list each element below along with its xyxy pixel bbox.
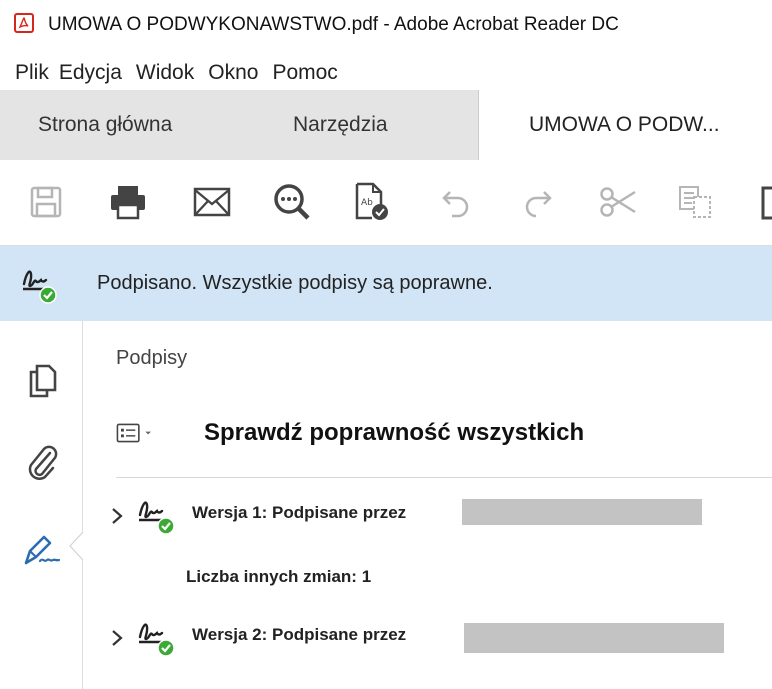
signature-valid-icon — [138, 623, 175, 657]
menu-help[interactable]: Pomoc — [272, 56, 337, 90]
print-icon[interactable] — [104, 178, 152, 226]
pdf-icon — [14, 13, 34, 33]
email-icon[interactable] — [188, 178, 236, 226]
zoom-icon[interactable] — [268, 178, 316, 226]
menu-window[interactable]: Okno — [208, 56, 258, 90]
menu-view[interactable]: Widok — [136, 56, 194, 90]
svg-text:Ab: Ab — [361, 198, 373, 208]
undo-icon[interactable] — [432, 178, 480, 226]
paste-icon[interactable] — [748, 178, 772, 226]
menu-edit[interactable]: Edycja — [59, 56, 122, 90]
signature-status-bar: Podpisano. Wszystkie podpisy są poprawne… — [0, 246, 772, 321]
spellcheck-icon[interactable]: Ab — [348, 178, 396, 226]
toolbar: Ab — [0, 160, 772, 246]
signature-valid-icon — [22, 270, 57, 304]
save-icon[interactable] — [22, 178, 70, 226]
options-menu-button[interactable] — [116, 417, 156, 449]
redacted-signer-name — [464, 623, 724, 653]
title-bar: UMOWA O PODWYKONAWSTWO.pdf - Adobe Acrob… — [0, 0, 772, 46]
tab-tools[interactable]: Narzędzia — [293, 90, 388, 160]
chevron-right-icon[interactable] — [108, 505, 126, 527]
signatures-panel-icon[interactable] — [20, 529, 64, 573]
copy-icon[interactable] — [672, 178, 720, 226]
chevron-right-icon[interactable] — [108, 627, 126, 649]
panel-divider — [116, 477, 772, 478]
signature-valid-icon — [138, 501, 175, 535]
page-thumbnails-icon[interactable] — [20, 359, 64, 403]
options-list-icon — [116, 423, 151, 443]
tab-document[interactable]: UMOWA O PODW... — [478, 90, 772, 160]
validate-all-row: Sprawdź poprawność wszystkich — [116, 413, 772, 453]
signature-version-2[interactable]: Wersja 2: Podpisane przez — [108, 615, 748, 659]
active-panel-indicator — [69, 532, 83, 560]
signature-version-1[interactable]: Wersja 1: Podpisane przez — [108, 493, 748, 537]
panel-title: Podpisy — [116, 347, 188, 369]
signatures-panel: Podpisy Sprawdź poprawność wszystkich We… — [84, 321, 772, 689]
validate-all-button[interactable]: Sprawdź poprawność wszystkich — [204, 419, 584, 447]
window-title: UMOWA O PODWYKONAWSTWO.pdf - Adobe Acrob… — [48, 14, 619, 35]
left-navigation-rail — [0, 321, 83, 689]
cut-icon[interactable] — [594, 178, 642, 226]
tab-bar: Strona główna Narzędzia UMOWA O PODW... — [0, 90, 772, 160]
redacted-signer-name — [462, 499, 702, 525]
menu-file[interactable]: Plik — [15, 56, 49, 90]
attachments-icon[interactable] — [20, 441, 64, 485]
tab-home[interactable]: Strona główna — [38, 90, 172, 160]
signature-version-label: Wersja 2: Podpisane przez — [192, 625, 407, 644]
signature-version-label: Wersja 1: Podpisane przez — [192, 503, 407, 522]
redo-icon[interactable] — [514, 178, 562, 226]
menu-bar: Plik Edycja Widok Okno Pomoc — [0, 56, 772, 90]
signature-status-message: Podpisano. Wszystkie podpisy są poprawne… — [97, 272, 493, 294]
other-changes-count: Liczba innych zmian: 1 — [186, 567, 372, 586]
